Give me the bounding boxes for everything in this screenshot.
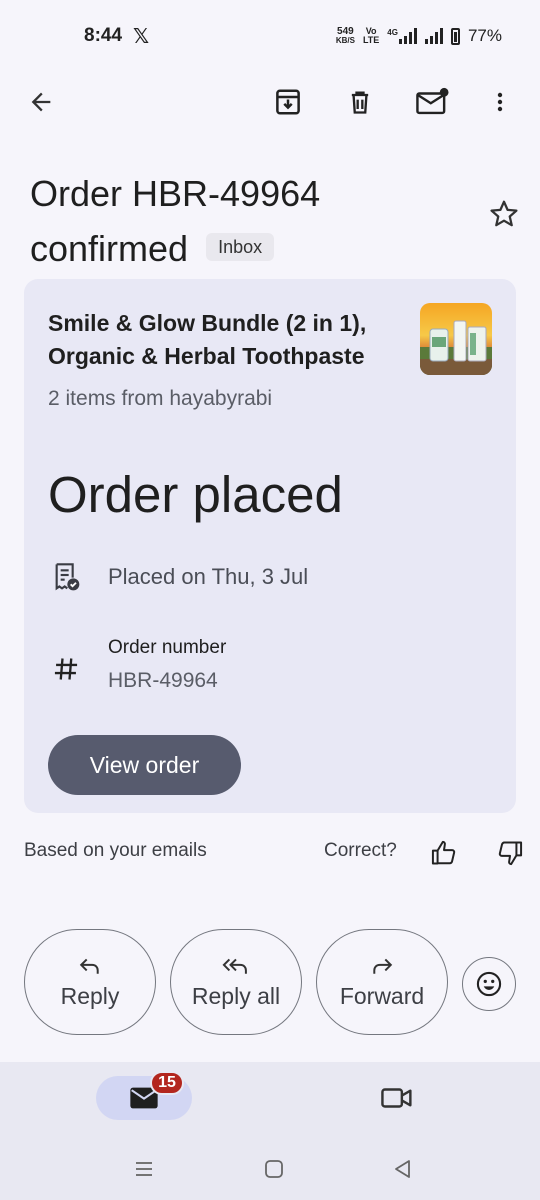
order-card: Smile & Glow Bundle (2 in 1), Organic & … xyxy=(24,279,516,813)
forward-icon xyxy=(373,958,393,974)
product-thumbnail-icon xyxy=(420,303,492,375)
more-vert-icon xyxy=(497,92,503,112)
forward-button[interactable]: Forward xyxy=(316,929,448,1035)
back-arrow-icon xyxy=(31,92,51,112)
reply-all-button[interactable]: Reply all xyxy=(170,929,302,1035)
volte-bottom: LTE xyxy=(362,35,380,45)
order-number-label: Order number xyxy=(108,637,227,658)
battery-icon xyxy=(450,27,460,45)
signal-4g-icon: 4G xyxy=(387,28,417,44)
email-toolbar xyxy=(0,80,540,126)
mark-unread-button[interactable] xyxy=(410,80,454,124)
correct-question-text: Correct? xyxy=(324,840,397,861)
back-nav-button[interactable] xyxy=(383,1154,423,1184)
back-triangle-icon xyxy=(395,1160,410,1178)
status-indicators: 549 KB/S Vo LTE 4G 77% xyxy=(336,26,502,46)
star-icon xyxy=(490,200,518,227)
feedback-row: Based on your emails Correct? xyxy=(0,838,540,868)
based-on-emails-text: Based on your emails xyxy=(24,840,207,861)
reply-button[interactable]: Reply xyxy=(24,929,156,1035)
archive-button[interactable] xyxy=(266,80,310,124)
home-button[interactable] xyxy=(254,1154,294,1184)
inbox-label[interactable]: Inbox xyxy=(206,233,275,262)
reply-label: Reply xyxy=(60,982,120,1009)
network-type: 4G xyxy=(387,28,398,37)
emoji-icon xyxy=(476,971,502,997)
nav-meet-tab[interactable] xyxy=(376,1080,418,1116)
thumbs-down-icon xyxy=(498,841,523,866)
unread-count-badge: 15 xyxy=(150,1071,184,1095)
battery-percent: 77% xyxy=(467,26,502,45)
menu-lines-icon xyxy=(136,1162,152,1176)
placed-row: Placed on Thu, 3 Jul xyxy=(48,559,308,595)
emoji-reaction-button[interactable] xyxy=(462,957,516,1011)
thumbs-down-button[interactable] xyxy=(494,838,526,868)
thumbs-up-icon xyxy=(431,840,456,865)
forward-label: Forward xyxy=(339,982,425,1009)
hash-icon xyxy=(48,651,84,687)
product-title: Smile & Glow Bundle (2 in 1), Organic & … xyxy=(48,310,367,369)
view-order-button[interactable]: View order xyxy=(48,735,241,795)
reply-all-label: Reply all xyxy=(191,982,281,1009)
product-image[interactable] xyxy=(420,303,492,375)
placed-date-text: Placed on Thu, 3 Jul xyxy=(108,564,309,589)
star-button[interactable] xyxy=(486,196,522,232)
net-speed-unit: KB/S xyxy=(335,36,355,45)
volte-icon: Vo LTE xyxy=(363,27,379,45)
net-speed-value: 549 xyxy=(337,26,354,37)
net-speed: 549 KB/S xyxy=(335,26,355,46)
order-status-heading: Order placed xyxy=(48,466,343,523)
back-button[interactable] xyxy=(19,80,63,124)
delete-icon xyxy=(351,91,369,114)
bottom-navigation: 15 xyxy=(0,1062,540,1200)
order-number-row: Order number HBR-49964 xyxy=(48,637,226,693)
reply-icon xyxy=(79,958,99,974)
recents-button[interactable] xyxy=(124,1154,164,1184)
receipt-icon xyxy=(48,559,84,595)
status-time: 8:44 xyxy=(84,25,123,46)
home-square-icon xyxy=(265,1160,283,1178)
email-subject: Order HBR-49964 confirmed Inbox xyxy=(30,166,460,276)
video-camera-icon xyxy=(381,1088,412,1108)
order-number-value: HBR-49964 xyxy=(108,669,218,692)
thumbs-up-button[interactable] xyxy=(428,838,460,868)
subject-text: Order HBR-49964 confirmed xyxy=(30,173,321,269)
archive-icon xyxy=(276,89,300,115)
delete-button[interactable] xyxy=(338,80,382,124)
mark-unread-icon xyxy=(416,87,449,115)
more-options-button[interactable] xyxy=(478,80,522,124)
status-bar: 8:44 𝕏 549 KB/S Vo LTE 4G 77% xyxy=(0,0,540,72)
x-app-icon: 𝕏 xyxy=(133,26,150,48)
reply-all-icon xyxy=(222,958,247,974)
product-subtitle: 2 items from hayabyrabi xyxy=(48,387,273,410)
signal-icon xyxy=(424,28,443,44)
